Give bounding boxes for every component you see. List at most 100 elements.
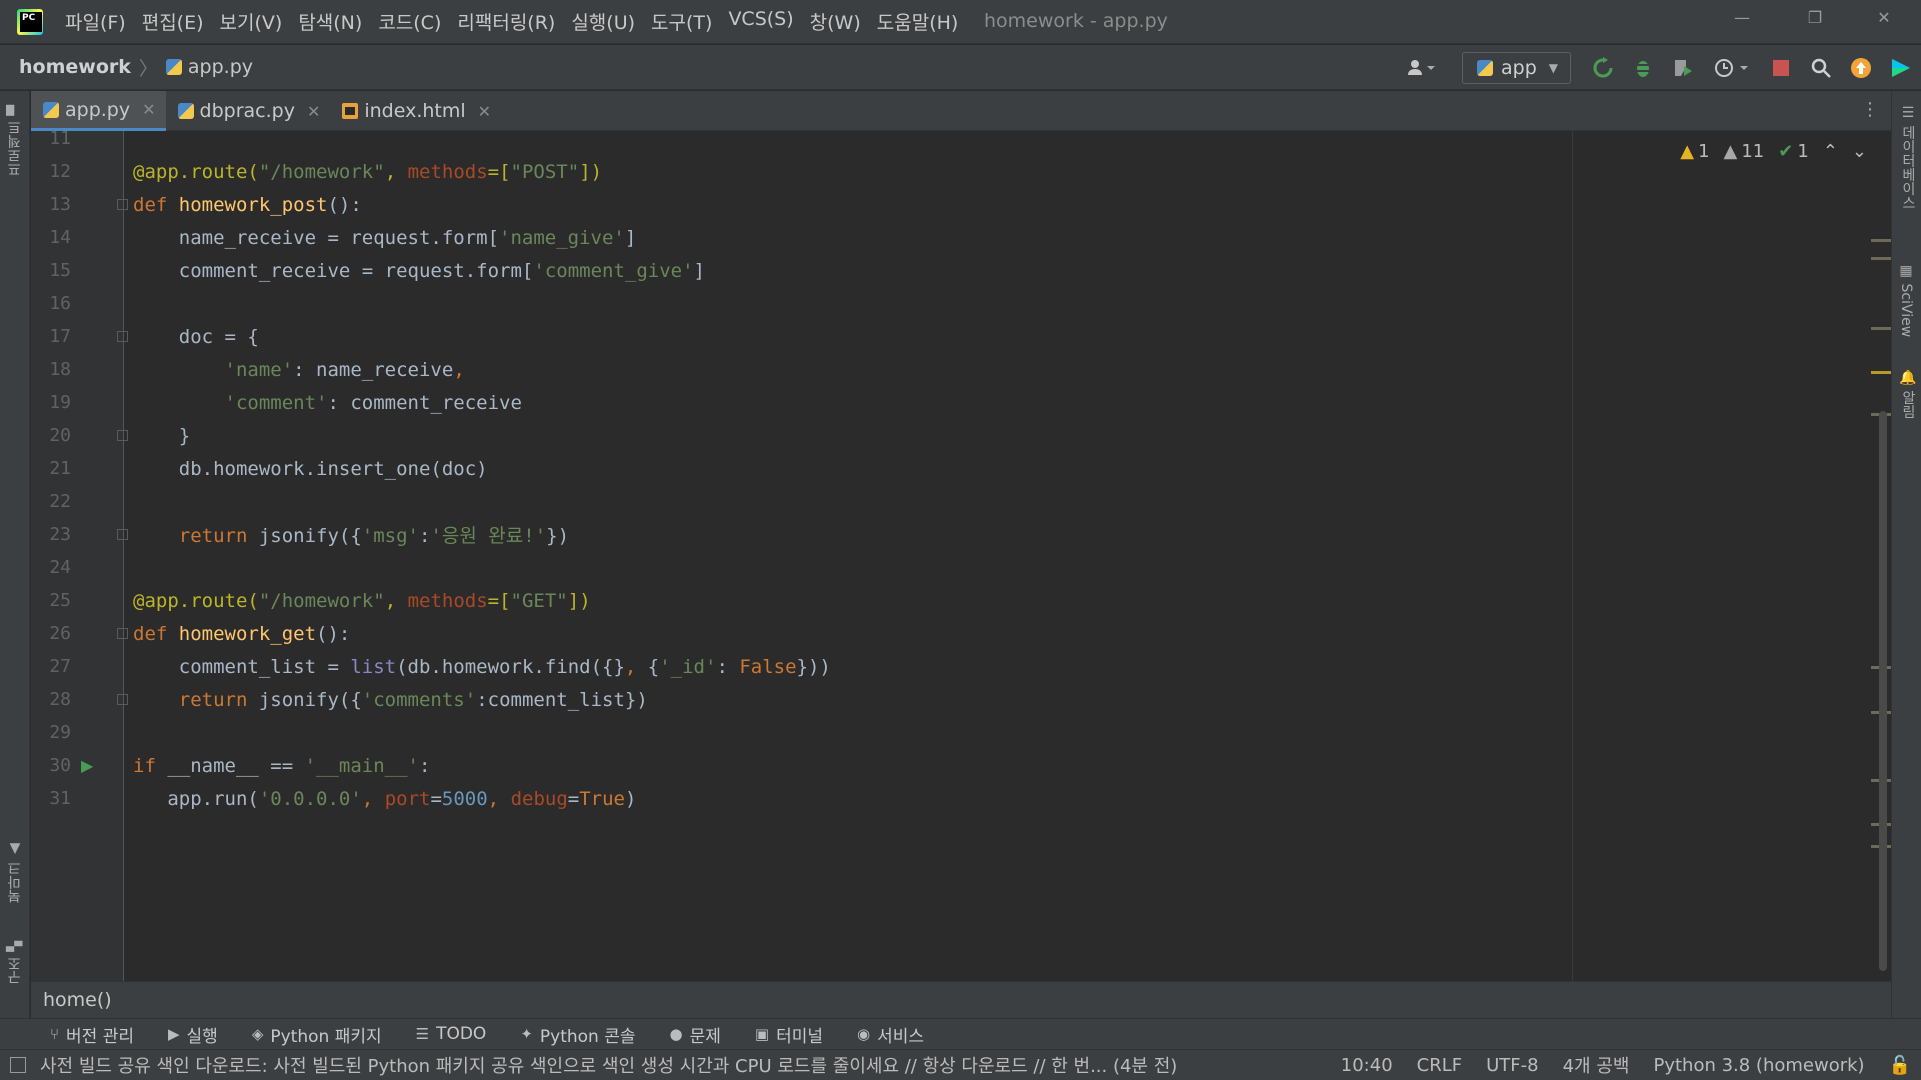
close-icon[interactable]: ✕ [478, 102, 491, 121]
menu-navigate[interactable]: 탐색(N) [298, 8, 362, 35]
python-file-icon [165, 59, 182, 75]
more-vertical-icon[interactable]: ⋮ [1861, 99, 1879, 120]
debug-icon[interactable] [1632, 57, 1654, 79]
tool-windows-toggle-icon[interactable] [10, 1057, 26, 1073]
inspection-widget[interactable]: ▲ 1 ▲ 11 ✔ 1 ⌃ ⌄ [1666, 141, 1867, 162]
close-icon[interactable]: ✕ [142, 100, 155, 119]
menu-window[interactable]: 창(W) [810, 8, 861, 35]
line-number: 28 [49, 689, 71, 710]
menu-file[interactable]: 파일(F) [65, 8, 126, 35]
tab-dbprac-py[interactable]: dbprac.py ✕ [166, 91, 331, 131]
menu-refactor[interactable]: 리팩터링(R) [457, 8, 555, 35]
weak-warning-count[interactable]: ▲ 11 [1724, 141, 1765, 162]
project-tool-label: 프로젝트 [7, 120, 23, 177]
status-message[interactable]: 사전 빌드 공유 색인 다운로드: 사전 빌드된 Python 패키지 공유 색… [10, 1052, 1317, 1078]
close-icon[interactable]: ✕ [307, 102, 320, 121]
fold-icon[interactable] [117, 628, 128, 639]
line-number: 24 [49, 557, 71, 578]
tool-label: 서비스 [877, 1026, 925, 1047]
user-account-icon[interactable] [1401, 57, 1441, 79]
file-encoding[interactable]: UTF-8 [1486, 1055, 1538, 1076]
tool-problems[interactable]: ● 문제 [670, 1022, 721, 1047]
run-configuration-select[interactable]: app ▼ [1462, 51, 1571, 84]
info-icon: ● [669, 1025, 683, 1043]
fold-icon[interactable] [117, 694, 128, 705]
tab-app-py[interactable]: app.py ✕ [31, 91, 166, 131]
tab-index-html[interactable]: index.html ✕ [330, 91, 501, 131]
profile-icon[interactable] [1712, 57, 1752, 79]
menu-help[interactable]: 도움말(H) [877, 8, 959, 35]
structure-tool-button[interactable]: 구조 ▚ [5, 941, 25, 984]
caret-position[interactable]: 10:40 [1341, 1055, 1393, 1076]
restore-button[interactable]: ❐ [1800, 8, 1830, 27]
database-tool-button[interactable]: ☰ 데이터베이스 [1898, 105, 1918, 209]
branch-icon: ⑂ [50, 1025, 60, 1043]
next-highlight-button[interactable]: ⌄ [1852, 141, 1867, 162]
current-function-breadcrumb[interactable]: home() [43, 989, 112, 1011]
vertical-scrollbar[interactable] [1879, 411, 1887, 971]
run-configuration-label: app [1501, 56, 1537, 79]
tool-services[interactable]: ◉ 서비스 [857, 1022, 924, 1047]
structure-tool-label: 구조 [7, 956, 23, 985]
breadcrumb-project[interactable]: homework [19, 56, 131, 78]
code-line: 21 db.homework.insert_one(doc) [31, 452, 1571, 485]
code-editor[interactable]: ▲ 1 ▲ 11 ✔ 1 ⌃ ⌄ 11 12 @app.route("/homewor… [31, 131, 1891, 981]
menu-edit[interactable]: 편집(E) [142, 8, 204, 35]
sciview-tool-button[interactable]: ▦ SciView [1898, 263, 1914, 337]
fold-icon[interactable] [117, 430, 128, 441]
scroll-marker[interactable] [1871, 257, 1891, 260]
previous-highlight-button[interactable]: ⌃ [1823, 141, 1838, 162]
tool-version-control[interactable]: ⑂ 버전 관리 [50, 1022, 134, 1047]
notifications-tool-button[interactable]: 🔔 알림 [1898, 369, 1918, 419]
bookmarks-tool-button[interactable]: 북마크 ▲ [5, 841, 25, 903]
tool-run[interactable]: ▶ 실행 [168, 1022, 218, 1047]
scroll-marker[interactable] [1871, 371, 1891, 374]
sciview-tool-label: SciView [1898, 283, 1914, 338]
right-tool-strip: ☰ 데이터베이스 ▦ SciView 🔔 알림 [1891, 91, 1921, 1018]
python-interpreter[interactable]: Python 3.8 (homework) [1653, 1055, 1864, 1076]
search-icon[interactable] [1810, 57, 1832, 79]
typo-count[interactable]: ✔ 1 [1778, 141, 1809, 162]
tool-python-console[interactable]: ✦ Python 콘솔 [520, 1022, 635, 1047]
warning-icon: ▲ [1680, 141, 1695, 162]
menu-run[interactable]: 실행(U) [571, 8, 635, 35]
coverage-icon[interactable] [1672, 57, 1694, 79]
ide-features-icon[interactable] [1890, 57, 1912, 79]
menu-view[interactable]: 보기(V) [220, 8, 283, 35]
database-tool-label: 데이터베이스 [1900, 125, 1916, 210]
code-text: return jsonify({'comments':comment_list}… [178, 688, 648, 711]
pycharm-logo-icon[interactable] [17, 8, 43, 35]
line-number: 11 [49, 131, 71, 149]
rerun-icon[interactable] [1592, 56, 1614, 79]
chevron-down-icon: ▼ [1548, 60, 1558, 75]
stop-icon[interactable] [1770, 57, 1792, 79]
line-number: 25 [49, 590, 71, 611]
run-gutter-icon[interactable]: ▶ [81, 756, 93, 775]
line-number: 14 [49, 227, 71, 248]
line-separator[interactable]: CRLF [1417, 1055, 1462, 1076]
minimize-button[interactable]: — [1727, 8, 1757, 27]
warning-count[interactable]: ▲ 1 [1680, 141, 1709, 162]
fold-icon[interactable] [117, 331, 128, 342]
tool-terminal[interactable]: ▣ 터미널 [755, 1022, 823, 1047]
tool-label: 터미널 [776, 1026, 824, 1047]
fold-icon[interactable] [117, 529, 128, 540]
lock-icon[interactable]: 🔓 [1889, 1055, 1911, 1076]
menu-code[interactable]: 코드(C) [378, 8, 441, 35]
scroll-marker[interactable] [1871, 327, 1891, 330]
update-icon[interactable] [1850, 57, 1872, 79]
code-line: 13 def homework_post(): [31, 188, 1571, 221]
menu-tools[interactable]: 도구(T) [651, 8, 712, 35]
fold-icon[interactable] [117, 199, 128, 210]
breadcrumb-file[interactable]: app.py [188, 56, 253, 78]
indent-setting[interactable]: 4개 공백 [1563, 1052, 1630, 1078]
close-window-button[interactable]: ✕ [1869, 8, 1899, 27]
menu-vcs[interactable]: VCS(S) [728, 8, 793, 35]
tool-python-packages[interactable]: ◈ Python 패키지 [252, 1022, 382, 1047]
right-margin-guide [1572, 131, 1573, 981]
project-tool-button[interactable]: 프로젝트 ▀ [5, 105, 25, 176]
scroll-marker[interactable] [1871, 239, 1891, 242]
line-number: 19 [49, 392, 71, 413]
tool-todo[interactable]: ☰ TODO [416, 1024, 487, 1044]
list-icon: ☰ [415, 1025, 430, 1043]
